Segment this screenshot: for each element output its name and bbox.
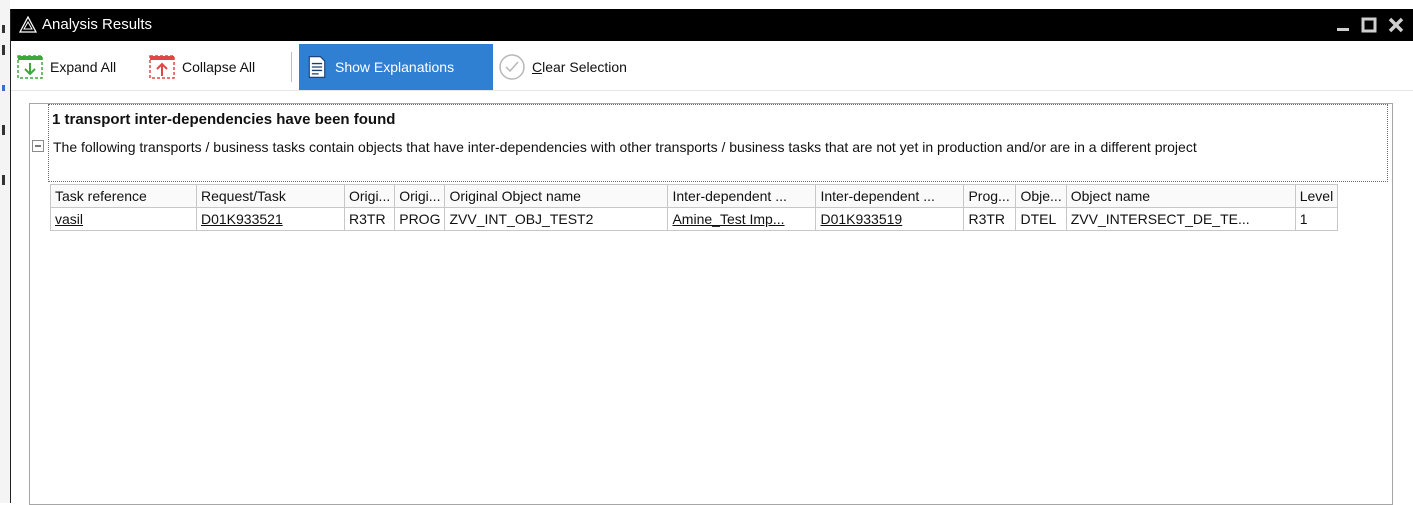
window-title: Analysis Results: [42, 16, 153, 33]
column-header-task-reference[interactable]: Task reference: [50, 184, 197, 208]
expand-all-button[interactable]: Expand All: [16, 44, 116, 90]
collapse-node-icon[interactable]: [32, 140, 44, 152]
column-header-request-task[interactable]: Request/Task: [196, 184, 345, 208]
expand-all-icon: [17, 55, 43, 79]
section-description: The following transports / business task…: [53, 139, 1197, 155]
collapse-all-button[interactable]: Collapse All: [148, 44, 255, 90]
cell-request-task-link[interactable]: D01K933521: [196, 207, 345, 231]
show-explanations-label: Show Explanations: [335, 59, 455, 75]
column-header-level[interactable]: Level: [1294, 184, 1339, 208]
dependency-section: 1 transport inter-dependencies have been…: [30, 104, 1390, 182]
collapse-all-label: Collapse All: [182, 59, 256, 75]
expand-all-label: Expand All: [50, 59, 117, 75]
show-explanations-button[interactable]: Show Explanations: [299, 44, 493, 90]
background-window-edge: [0, 0, 10, 503]
dependencies-table: Task reference Request/Task Origi... Ori…: [50, 184, 1339, 231]
triangle-logo-icon: [19, 16, 37, 33]
column-header-program-id[interactable]: Prog...: [963, 184, 1017, 208]
maximize-icon[interactable]: [1359, 15, 1379, 35]
cell-original-object-type: PROG: [394, 207, 446, 231]
clear-selection-button[interactable]: Clear Selection: [498, 44, 627, 90]
cell-inter-dependent-request-link[interactable]: D01K933519: [815, 207, 965, 231]
toolbar: Expand All Collapse All Show Explanation…: [11, 44, 1413, 91]
toolbar-separator: [291, 52, 292, 82]
analysis-results-window: Analysis Results Expand All Collapse All…: [10, 9, 1413, 505]
title-bar[interactable]: Analysis Results: [11, 9, 1413, 41]
table-row[interactable]: vasil D01K933521 R3TR PROG ZVV_INT_OBJ_T…: [50, 207, 1339, 231]
column-header-original-object-name[interactable]: Original Object name: [444, 184, 669, 208]
cell-original-object-name: ZVV_INT_OBJ_TEST2: [444, 207, 669, 231]
cell-program-id: R3TR: [963, 207, 1017, 231]
collapse-all-icon: [149, 55, 175, 79]
column-header-object-type[interactable]: Obje...: [1015, 184, 1067, 208]
cell-object-name: ZVV_INTERSECT_DE_TE...: [1065, 207, 1296, 231]
column-header-inter-dependent-request[interactable]: Inter-dependent ...: [815, 184, 965, 208]
cell-original-pgmid: R3TR: [343, 207, 396, 231]
results-panel: 1 transport inter-dependencies have been…: [29, 103, 1393, 505]
column-header-inter-dependent-task[interactable]: Inter-dependent ...: [667, 184, 817, 208]
section-heading: 1 transport inter-dependencies have been…: [52, 111, 396, 128]
cell-object-type: DTEL: [1015, 207, 1067, 231]
column-header-object-name[interactable]: Object name: [1065, 184, 1296, 208]
cell-inter-dependent-task-link[interactable]: Amine_Test Imp...: [667, 207, 817, 231]
column-header-original-object-type[interactable]: Origi...: [394, 184, 446, 208]
cell-task-reference-link[interactable]: vasil: [50, 207, 197, 231]
clear-selection-label: Clear Selection: [532, 59, 627, 75]
close-icon[interactable]: [1386, 15, 1406, 35]
table-header-row: Task reference Request/Task Origi... Ori…: [50, 184, 1339, 208]
column-header-original-pgmid[interactable]: Origi...: [343, 184, 396, 208]
document-icon: [308, 56, 326, 78]
check-circle-icon: [499, 54, 525, 80]
cell-level: 1: [1294, 207, 1339, 231]
background-marks: [2, 25, 5, 185]
minimize-icon[interactable]: [1333, 15, 1353, 35]
